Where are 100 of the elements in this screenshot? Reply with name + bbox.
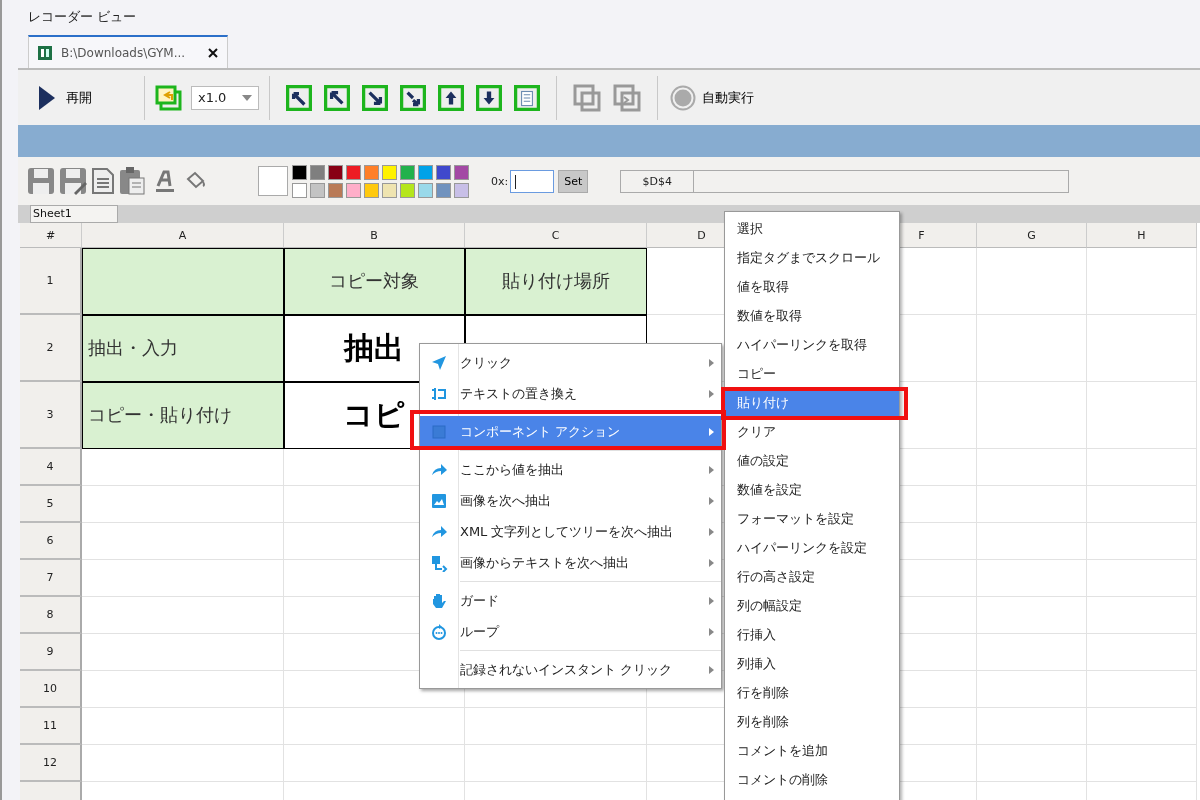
- arrow-up-icon[interactable]: [438, 84, 464, 111]
- row-header[interactable]: 5: [20, 486, 82, 523]
- menu-item[interactable]: 行の高さ設定: [725, 562, 899, 591]
- submenu-arrow-icon: [709, 496, 714, 505]
- menu-item[interactable]: 列挿入: [725, 649, 899, 678]
- color-swatch[interactable]: [418, 182, 433, 198]
- menu-item[interactable]: コンポーネント アクション: [420, 416, 721, 447]
- document-icon[interactable]: [514, 84, 540, 111]
- formula-field[interactable]: [694, 169, 1070, 193]
- color-swatch[interactable]: [292, 164, 307, 180]
- menu-item[interactable]: 画像を次へ抽出: [420, 485, 721, 516]
- resume-button[interactable]: 再開: [34, 80, 96, 115]
- row-header[interactable]: 9: [20, 634, 82, 671]
- submenu-arrow-icon: [709, 358, 714, 367]
- row-header[interactable]: 6: [20, 523, 82, 560]
- color-swatch[interactable]: [328, 164, 343, 180]
- table-cell: コピー対象: [284, 248, 465, 315]
- column-header[interactable]: B: [284, 223, 465, 248]
- current-color-swatch[interactable]: [258, 166, 288, 196]
- menu-item[interactable]: 行挿入: [725, 620, 899, 649]
- window-icon[interactable]: [613, 83, 641, 112]
- row-header[interactable]: 7: [20, 560, 82, 597]
- color-swatch[interactable]: [346, 182, 361, 198]
- color-swatch[interactable]: [310, 164, 325, 180]
- submenu-arrow-icon: [709, 527, 714, 536]
- color-swatch[interactable]: [310, 182, 325, 198]
- window-title: レコーダー ビュー: [27, 8, 138, 26]
- submenu-arrow-icon: [709, 627, 714, 636]
- arrow-down-right-icon[interactable]: [400, 84, 426, 111]
- arrow-down-icon[interactable]: [476, 84, 502, 111]
- clipboard-icon[interactable]: [118, 166, 146, 196]
- close-icon[interactable]: [207, 46, 219, 59]
- color-swatch[interactable]: [364, 164, 379, 180]
- auto-run-button[interactable]: 自動実行: [668, 82, 756, 113]
- color-swatch[interactable]: [400, 164, 415, 180]
- submenu-arrow-icon: [709, 465, 714, 474]
- color-swatch[interactable]: [454, 164, 469, 180]
- menu-item[interactable]: 値を取得: [725, 272, 899, 301]
- menu-item[interactable]: 記録されないインスタント クリック: [420, 654, 721, 685]
- menu-item[interactable]: ループ: [420, 616, 721, 647]
- save-icon[interactable]: [26, 166, 56, 196]
- menu-item[interactable]: ここから値を抽出: [420, 454, 721, 485]
- cell-reference-field[interactable]: $D$4: [620, 169, 695, 193]
- loop-icon: [430, 622, 448, 641]
- menu-item[interactable]: 画像からテキストを次へ抽出: [420, 547, 721, 578]
- sheet-tab[interactable]: Sheet1: [30, 205, 118, 223]
- row-header[interactable]: 11: [20, 708, 82, 745]
- set-button[interactable]: Set: [558, 169, 589, 193]
- color-code-field[interactable]: [510, 169, 555, 193]
- row-header[interactable]: 3: [20, 382, 82, 449]
- row-header[interactable]: 1: [20, 248, 82, 315]
- color-swatch[interactable]: [454, 182, 469, 198]
- menu-item[interactable]: フォーマットを設定: [725, 504, 899, 533]
- caret-icon: [242, 94, 252, 101]
- menu-item[interactable]: ハイパーリンクを取得: [725, 330, 899, 359]
- menu-item[interactable]: 列の幅設定: [725, 591, 899, 620]
- menu-item[interactable]: クリア: [725, 417, 899, 446]
- submenu-arrow-icon: [709, 427, 714, 436]
- save-as-icon[interactable]: [58, 166, 88, 196]
- swap-icon[interactable]: [155, 83, 183, 112]
- menu-item[interactable]: ガード: [420, 585, 721, 616]
- row-header[interactable]: 8: [20, 597, 82, 634]
- column-header[interactable]: G: [977, 223, 1087, 248]
- color-swatch[interactable]: [292, 182, 307, 198]
- color-swatch[interactable]: [328, 182, 343, 198]
- color-swatch[interactable]: [436, 182, 451, 198]
- speed-dropdown[interactable]: x1.0: [191, 85, 259, 110]
- arrow-up-left-icon[interactable]: [286, 84, 312, 111]
- menu-item[interactable]: 数値を設定: [725, 475, 899, 504]
- arrow-down-right-icon[interactable]: [362, 84, 388, 111]
- column-header[interactable]: A: [82, 223, 284, 248]
- color-swatch[interactable]: [436, 164, 451, 180]
- menu-item[interactable]: XML 文字列としてツリーを次へ抽出: [420, 516, 721, 547]
- menu-item[interactable]: コピー: [725, 359, 899, 388]
- table-cell: 抽出・入力: [82, 315, 284, 382]
- row-header[interactable]: 12: [20, 745, 82, 782]
- row-header[interactable]: 2: [20, 315, 82, 382]
- color-swatch[interactable]: [382, 182, 397, 198]
- window-icon[interactable]: [573, 83, 601, 112]
- column-header[interactable]: C: [465, 223, 647, 248]
- column-header[interactable]: H: [1087, 223, 1197, 248]
- row-header[interactable]: 10: [20, 671, 82, 708]
- row-header[interactable]: 4: [20, 449, 82, 486]
- document-icon[interactable]: [90, 166, 116, 196]
- menu-item[interactable]: 行を削除: [725, 678, 899, 707]
- menu-item[interactable]: コメントを追加: [725, 736, 899, 765]
- document-tab[interactable]: B:\Downloads\GYM...: [28, 35, 228, 68]
- color-swatch[interactable]: [346, 164, 361, 180]
- menu-item[interactable]: 値の設定: [725, 446, 899, 475]
- color-swatch[interactable]: [364, 182, 379, 198]
- menu-item[interactable]: コメントの削除: [725, 765, 899, 794]
- color-swatch[interactable]: [382, 164, 397, 180]
- corner-header: #: [20, 223, 82, 248]
- menu-item[interactable]: 数値を取得: [725, 301, 899, 330]
- menu-item[interactable]: 列を削除: [725, 707, 899, 736]
- color-swatch[interactable]: [418, 164, 433, 180]
- menu-item[interactable]: ハイパーリンクを設定: [725, 533, 899, 562]
- color-swatch[interactable]: [400, 182, 415, 198]
- font-color-icon[interactable]: [154, 169, 176, 193]
- arrow-up-left-icon[interactable]: [324, 84, 350, 111]
